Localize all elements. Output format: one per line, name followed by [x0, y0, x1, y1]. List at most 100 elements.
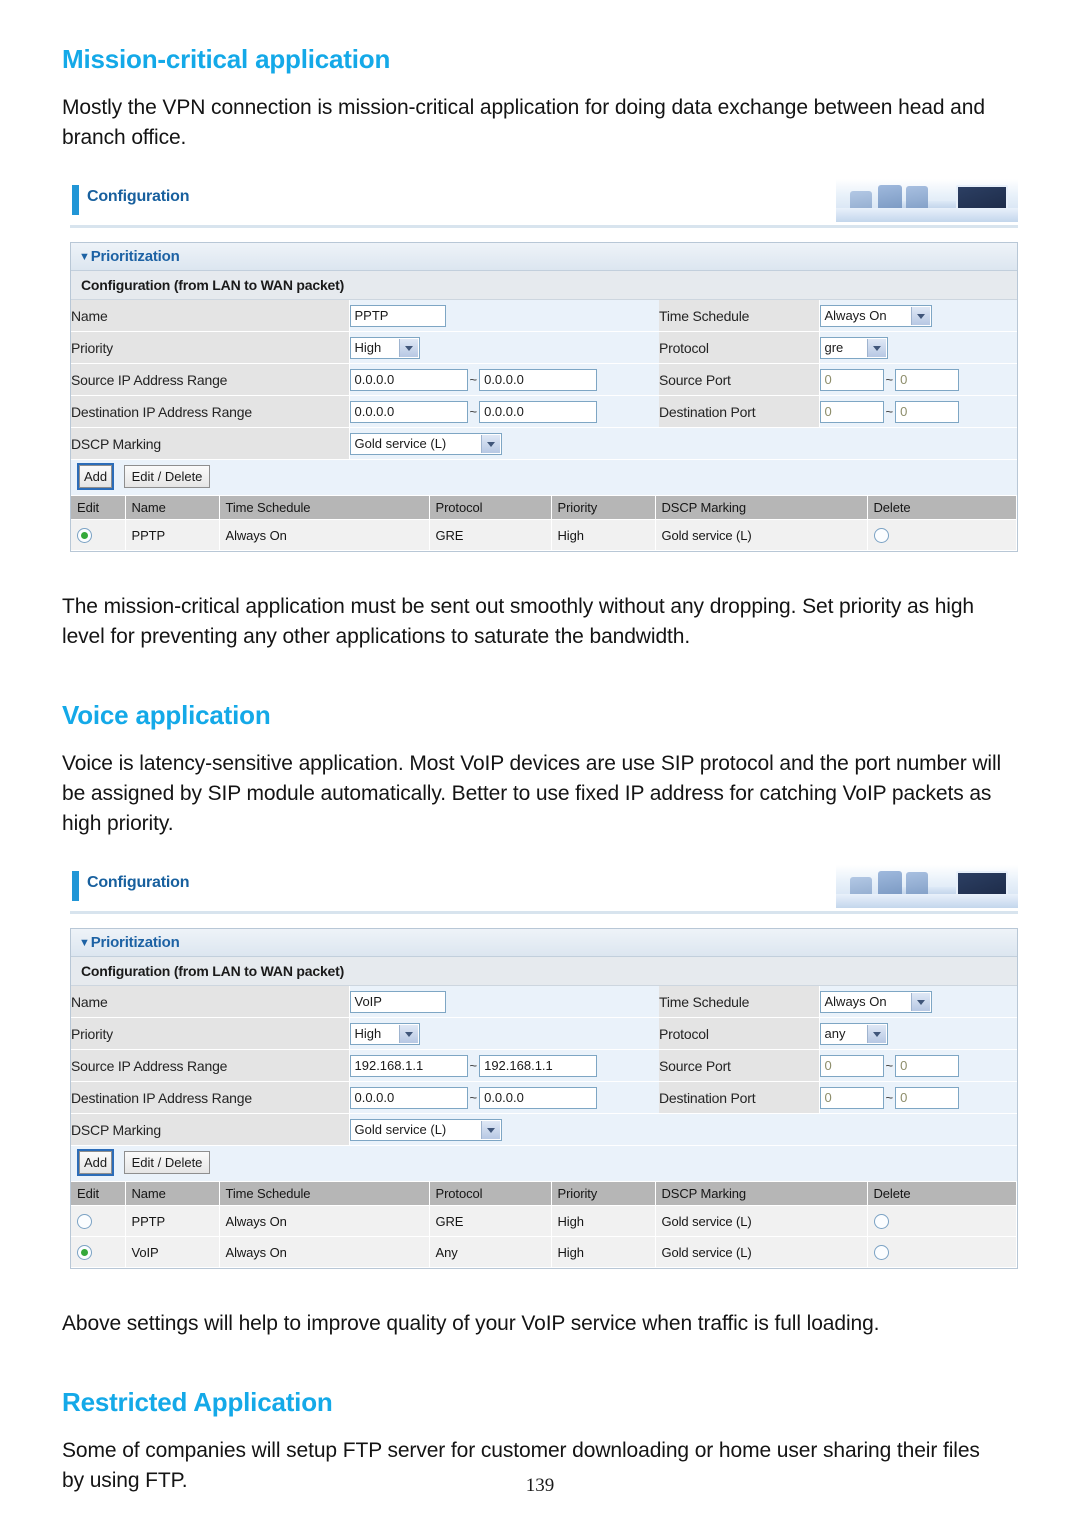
label-source-ip: Source IP Address Range — [71, 363, 350, 396]
source-ip-from-input[interactable]: 0.0.0.0 — [349, 368, 468, 391]
destination-ip-from-input[interactable]: 0.0.0.0 — [349, 400, 468, 423]
accent-bar — [72, 185, 79, 215]
desk-surface — [836, 894, 1018, 908]
chevron-down-icon[interactable] — [866, 338, 886, 357]
column-header-time-schedule: Time Schedule — [219, 1182, 430, 1206]
source-port-from-input[interactable]: 0 — [819, 1054, 884, 1077]
edit-delete-button[interactable]: Edit / Delete — [123, 465, 211, 488]
label-destination-port: Destination Port — [659, 1081, 820, 1114]
edit-radio[interactable] — [77, 1214, 92, 1230]
time-schedule-value: Always On — [824, 993, 887, 1009]
chevron-down-icon[interactable] — [910, 306, 930, 325]
priority-select[interactable]: High — [349, 336, 420, 359]
column-header-time-schedule: Time Schedule — [219, 496, 430, 520]
delete-radio-cell[interactable] — [867, 1205, 1017, 1237]
chevron-down-icon[interactable] — [398, 1024, 418, 1043]
delete-radio-cell[interactable] — [867, 1236, 1017, 1268]
dscp-marking-select[interactable]: Gold service (L) — [349, 1118, 502, 1141]
label-dscp: DSCP Marking — [71, 427, 350, 460]
source-ip-from-input[interactable]: 192.168.1.1 — [349, 1054, 468, 1077]
config-header: Configuration — [70, 865, 1018, 914]
dscp-marking-select[interactable]: Gold service (L) — [349, 432, 502, 455]
dscp-value: Gold service (L) — [354, 435, 447, 451]
name-input[interactable]: PPTP — [349, 304, 446, 327]
label-source-port: Source Port — [659, 363, 820, 396]
label-destination-port: Destination Port — [659, 395, 820, 428]
chevron-down-icon[interactable] — [480, 434, 500, 453]
table-header-row: Edit Name Time Schedule Protocol Priorit… — [71, 1182, 1017, 1206]
cell-protocol: Any — [429, 1236, 552, 1268]
priority-select[interactable]: High — [349, 1022, 420, 1045]
delete-radio-cell[interactable] — [867, 519, 1017, 551]
cell-protocol: GRE — [429, 519, 552, 551]
protocol-value: any — [824, 1025, 846, 1041]
chevron-down-icon[interactable]: ▼ — [79, 937, 90, 949]
cell-dscp: Gold service (L) — [655, 1205, 868, 1237]
destination-port-to-input[interactable]: 0 — [895, 400, 960, 423]
voice-application-outro-text: Above settings will help to improve qual… — [62, 1312, 880, 1335]
destination-port-from-input[interactable]: 0 — [819, 1086, 884, 1109]
panel-title-label: Prioritization — [90, 934, 180, 951]
destination-port-to-input[interactable]: 0 — [895, 1086, 960, 1109]
add-button[interactable]: Add — [76, 1149, 115, 1176]
form-row-destination-ip: Destination IP Address Range 0.0.0.0 ~0.0… — [71, 395, 1017, 428]
time-schedule-select[interactable]: Always On — [819, 304, 932, 327]
chevron-down-icon[interactable] — [866, 1024, 886, 1043]
source-ip-to-input[interactable]: 0.0.0.0 — [479, 368, 598, 391]
protocol-select[interactable]: any — [819, 1022, 888, 1045]
chevron-down-icon[interactable] — [480, 1120, 500, 1139]
chevron-down-icon[interactable] — [398, 338, 418, 357]
label-dscp: DSCP Marking — [71, 1113, 350, 1146]
destination-port-from-input[interactable]: 0 — [819, 400, 884, 423]
chevron-down-icon[interactable]: ▼ — [79, 251, 90, 263]
priority-value: High — [354, 339, 382, 355]
delete-radio[interactable] — [873, 1245, 889, 1261]
priority-value: High — [354, 1025, 382, 1041]
form-row-source-ip: Source IP Address Range 192.168.1.1 ~192.… — [71, 1049, 1017, 1082]
edit-radio-cell[interactable] — [71, 1205, 126, 1237]
destination-ip-from-input[interactable]: 0.0.0.0 — [349, 1086, 468, 1109]
router-screenshot-mission-critical: Configuration ▼Prioritization Configurat… — [70, 179, 1018, 552]
label-destination-ip: Destination IP Address Range — [71, 395, 350, 428]
column-header-delete: Delete — [867, 496, 1017, 520]
cell-time-schedule: Always On — [219, 1205, 430, 1237]
label-name: Name — [71, 300, 350, 332]
prioritization-panel: ▼Prioritization Configuration (from LAN … — [70, 928, 1018, 1269]
column-header-priority: Priority — [551, 1182, 656, 1206]
column-header-delete: Delete — [867, 1182, 1017, 1206]
mission-critical-intro-text: Mostly the VPN connection is mission-cri… — [62, 96, 985, 149]
source-ip-to-input[interactable]: 192.168.1.1 — [479, 1054, 598, 1077]
edit-radio-cell[interactable] — [71, 519, 126, 551]
dscp-value: Gold service (L) — [354, 1121, 447, 1137]
edit-radio[interactable] — [77, 1245, 92, 1261]
cell-name: PPTP — [125, 519, 220, 551]
add-button[interactable]: Add — [76, 463, 115, 490]
router-screenshot-voice: Configuration ▼Prioritization Configurat… — [70, 865, 1018, 1269]
table-row: PPTP Always On GRE High Gold service (L) — [71, 1205, 1017, 1237]
form-row-dscp: DSCP Marking Gold service (L) — [71, 427, 1017, 460]
delete-radio[interactable] — [873, 528, 889, 544]
protocol-select[interactable]: gre — [819, 336, 888, 359]
name-input[interactable]: VoIP — [349, 990, 446, 1013]
source-port-to-input[interactable]: 0 — [895, 368, 960, 391]
range-separator: ~ — [885, 1058, 894, 1073]
delete-radio[interactable] — [873, 1214, 889, 1230]
destination-ip-to-input[interactable]: 0.0.0.0 — [479, 1086, 598, 1109]
edit-delete-button[interactable]: Edit / Delete — [123, 1151, 211, 1174]
edit-radio[interactable] — [77, 528, 92, 544]
chevron-down-icon[interactable] — [910, 992, 930, 1011]
range-separator: ~ — [469, 1058, 478, 1073]
panel-title-prioritization[interactable]: ▼Prioritization — [71, 929, 1017, 957]
office-photo-banner — [836, 179, 1018, 222]
destination-ip-to-input[interactable]: 0.0.0.0 — [479, 400, 598, 423]
source-port-to-input[interactable]: 0 — [895, 1054, 960, 1077]
column-header-edit: Edit — [71, 1182, 126, 1206]
label-source-ip: Source IP Address Range — [71, 1049, 350, 1082]
edit-radio-cell[interactable] — [71, 1236, 126, 1268]
time-schedule-select[interactable]: Always On — [819, 990, 932, 1013]
source-port-from-input[interactable]: 0 — [819, 368, 884, 391]
label-time-schedule: Time Schedule — [659, 986, 820, 1018]
table-row: PPTP Always On GRE High Gold service (L) — [71, 519, 1017, 551]
panel-title-prioritization[interactable]: ▼Prioritization — [71, 243, 1017, 271]
rules-table: Edit Name Time Schedule Protocol Priorit… — [71, 1182, 1017, 1268]
